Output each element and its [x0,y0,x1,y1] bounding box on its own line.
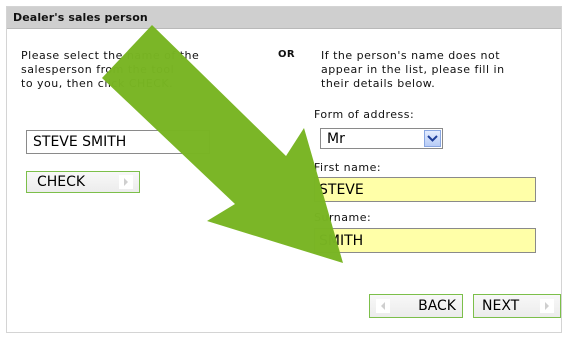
first-name-label: First name: [314,161,382,174]
next-button-label: NEXT [482,298,520,314]
chevron-right-icon [540,299,554,313]
chevron-right-icon [119,175,133,189]
or-divider-label: OR [278,49,296,60]
first-name-input[interactable] [314,177,536,202]
dealer-sales-panel: Dealer's sales person Please select the … [6,6,562,333]
back-button[interactable]: BACK [369,294,463,318]
form-of-address-value: Mr [327,130,345,147]
next-button[interactable]: NEXT [473,294,561,318]
chevron-left-icon [376,299,390,313]
form-of-address-select[interactable]: Mr [320,128,443,149]
panel-title: Dealer's sales person [13,11,148,24]
check-button[interactable]: CHECK [26,171,140,193]
surname-label: Surname: [314,211,372,224]
form-of-address-label: Form of address: [314,108,415,121]
check-button-label: CHECK [37,174,86,190]
back-button-label: BACK [418,298,456,314]
salesperson-instructions: Please select the name of the salesperso… [21,49,200,90]
chevron-down-icon[interactable] [424,130,441,147]
surname-input[interactable] [314,228,536,253]
panel-header: Dealer's sales person [7,7,561,29]
salesperson-name-input[interactable] [26,130,210,154]
manual-entry-instructions: If the person's name does not appear in … [321,49,505,90]
